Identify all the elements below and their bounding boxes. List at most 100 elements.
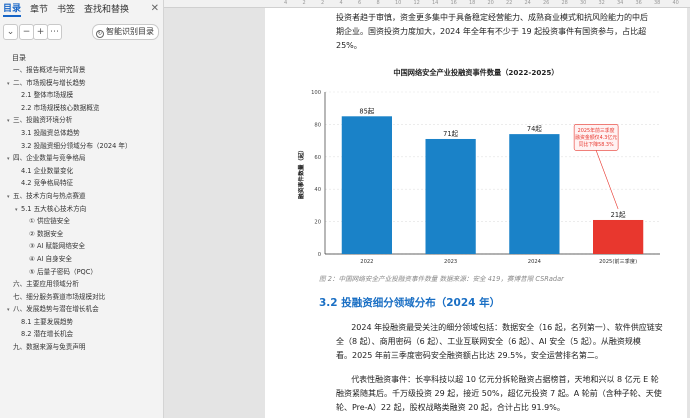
data-label: 71起	[443, 130, 458, 138]
toc-sidebar: 目录 章节 书签 查找和替换 ✕ ⌄ − + ⋯ ↻ 智能识别目录 目录 一、报告…	[0, 0, 164, 418]
toc-item[interactable]: 2.1 整体市场规模	[0, 89, 163, 102]
refresh-icon: ↻	[96, 30, 104, 38]
chart-title: 中国网络安全产业投融资事件数量（2022-2025）	[393, 68, 559, 77]
toc-item[interactable]: ▾ 八、发展趋势与潜在增长机会	[0, 303, 163, 316]
toc-item[interactable]: 8.1 主要发展趋势	[0, 316, 163, 329]
toc-item[interactable]: ▾ 二、市场规模与增长趋势	[0, 77, 163, 90]
toc-item[interactable]: ④ AI 自身安全	[0, 253, 163, 266]
x-tick-label: 2025(前三季度)	[599, 257, 637, 265]
toc-item-label: ④ AI 自身安全	[29, 254, 72, 263]
annotation-arrow	[595, 150, 619, 210]
x-tick-label: 2023	[444, 259, 457, 265]
toc-item-label: 六、主要应用领域分析	[13, 280, 79, 289]
toc-item[interactable]: 七、细分服务赛道市场规模对比	[0, 291, 163, 304]
paragraph-line: 2024 年投融资最受关注的细分领域包括：数据安全（16 起，名列第一）、软件供…	[351, 323, 663, 332]
toc-toolbar: ⌄ − + ⋯ ↻ 智能识别目录	[0, 24, 163, 42]
bar	[593, 219, 644, 254]
toc-item-label: 三、投融资环境分析	[13, 116, 73, 125]
toc-item-label: 一、报告概述与研究背景	[13, 66, 86, 74]
ruler-tick-label: 12	[413, 0, 420, 6]
figure-caption: 图 2：中国网络安全产业投融资事件数量 数据来源：安全 419，赛博昔限 CSR…	[319, 275, 564, 283]
y-tick-label: 0	[318, 252, 321, 258]
toc-item-label: 五、技术方向与热点赛道	[13, 191, 86, 200]
data-label: 74起	[527, 125, 542, 133]
ruler-tick-label: 18	[469, 0, 476, 6]
annotation-text: 融资金额仅4.3亿元	[575, 134, 617, 141]
tab-bookmarks[interactable]: 书签	[57, 2, 75, 15]
toc-item[interactable]: ▾ 三、投融资环境分析	[0, 114, 163, 127]
ruler-tick-label: 8	[376, 0, 380, 6]
body-paragraph-3: 代表性融资事件：长亭科技以超 10 亿元分拆轮融资占据榜首，天地和兴以 8 亿元…	[336, 373, 684, 415]
toc-item[interactable]: ▾ 五、技术方向与热点赛道	[0, 190, 163, 203]
toc-item[interactable]: 六、主要应用领域分析	[0, 278, 163, 291]
smart-recognize-toc-button[interactable]: ↻ 智能识别目录	[92, 24, 159, 40]
smart-recognize-label: 智能识别目录	[106, 27, 154, 36]
paragraph-line: 融资紧随其后。千万级投资 29 起，接近 50%，超亿元投资 7 起。A 轮前（…	[336, 389, 662, 398]
chart-annotation-group: 2025年前三季度融资金额仅4.3亿元同比下降58.3%	[573, 124, 619, 210]
toc-item-label: 4.1 企业数量变化	[21, 166, 74, 175]
y-axis-label: 融资事件数量（起）	[297, 147, 305, 199]
toc-item[interactable]: 九、数据来源与免责声明	[0, 341, 163, 354]
annotation-text: 同比下降58.3%	[579, 141, 614, 148]
toc-item[interactable]: 3.2 投融资细分领域分布（2024 年）	[0, 140, 163, 153]
section-heading-3-2: 3.2 投融资细分领域分布（2024 年）	[319, 297, 501, 309]
x-tick-label: 2022	[360, 259, 373, 265]
ruler-tick-label: 16	[450, 0, 457, 6]
toc-item[interactable]: ① 供应链安全	[0, 215, 163, 228]
toc-item-label: 5.1 五大核心技术方向	[21, 204, 87, 213]
toc-item[interactable]: ▾ 5.1 五大核心技术方向	[0, 203, 163, 216]
bar-chart: 0 20 40 60 80 100 融资事件数量（起） 2022 2023 2024 2025(前三…	[297, 90, 660, 265]
toc-item[interactable]: ▾ 四、企业数量与竞争格局	[0, 152, 163, 165]
toc-item[interactable]: 8.2 潜在增长机会	[0, 328, 163, 341]
paragraph-line: 25%。	[336, 41, 362, 50]
y-tick-label: 60	[314, 155, 321, 161]
toc-item[interactable]: ② 数据安全	[0, 228, 163, 241]
toc-item[interactable]: 一、报告概述与研究背景	[0, 64, 163, 77]
toc-item-label: 3.1 投融资总体趋势	[21, 128, 80, 137]
ruler-tick-label: 24	[524, 0, 531, 6]
ruler-tick-label: 4	[339, 0, 343, 6]
ruler-tick-label: 30	[580, 0, 587, 6]
paragraph-line: 看。2025 年前三季度密码安全融资额占比达 29.5%，安全运营排名第二。	[336, 351, 603, 360]
toc-item-label: 二、市场规模与增长趋势	[13, 78, 86, 87]
toc-item-label: ② 数据安全	[29, 229, 64, 238]
toc-item[interactable]: ③ AI 赋能网络安全	[0, 240, 163, 253]
ruler-tick-label: 34	[617, 0, 624, 6]
ruler-tick-label: 32	[598, 0, 605, 6]
ruler-tick-label: 2	[321, 0, 325, 6]
toc-item[interactable]: 4.1 企业数量变化	[0, 165, 163, 178]
toc-item[interactable]: 3.1 投融资总体趋势	[0, 127, 163, 140]
toc-item-label: 四、企业数量与竞争格局	[13, 154, 86, 163]
toc-list: 一、报告概述与研究背景 ▾ 二、市场规模与增长趋势 2.1 整体市场规模 2.2 市场规…	[0, 64, 163, 354]
tab-find-replace[interactable]: 查找和替换	[84, 2, 129, 15]
paragraph-line: 全（8 起）、商用密码（6 起）、工业互联网安全（6 起）、AI 安全（5 起）…	[336, 337, 641, 346]
plus-icon[interactable]: +	[33, 24, 48, 40]
annotation-text: 2025年前三季度	[578, 127, 615, 134]
y-tick-label: 20	[314, 220, 321, 226]
ruler-tick-label: 40	[672, 0, 679, 6]
toc-item[interactable]: 4.2 竞争格局特征	[0, 177, 163, 190]
data-label: 85起	[359, 107, 374, 115]
close-icon[interactable]: ✕	[151, 3, 159, 14]
sidebar-tabs: 目录 章节 书签 查找和替换	[0, 0, 163, 17]
toc-item-label: 2.2 市场规模核心数据概览	[21, 103, 100, 112]
ruler-tick-label: 20	[487, 0, 494, 6]
bar	[341, 116, 392, 254]
paragraph-line: 代表性融资事件：长亭科技以超 10 亿元分拆轮融资占据榜首，天地和兴以 8 亿元…	[351, 375, 659, 384]
tab-chapters[interactable]: 章节	[30, 2, 48, 15]
minus-icon[interactable]: −	[19, 24, 34, 40]
toc-item-label: ① 供应链安全	[29, 217, 70, 226]
chevron-down-icon[interactable]: ⌄	[3, 24, 18, 40]
toc-heading: 目录	[12, 54, 26, 62]
paragraph-line: 投资者趋于审慎，资金更多集中于具备稳定经营能力、成熟商业模式和抗风险能力的中后	[336, 13, 648, 22]
toc-item[interactable]: 2.2 市场规模核心数据概览	[0, 102, 163, 115]
toc-item[interactable]: ⑤ 后量子密码（PQC）	[0, 266, 163, 279]
tab-toc[interactable]: 目录	[3, 1, 22, 17]
toc-item-label: 七、细分服务赛道市场规模对比	[13, 292, 106, 301]
y-tick-label: 100	[311, 90, 321, 96]
bar	[509, 134, 560, 254]
more-icon[interactable]: ⋯	[47, 24, 62, 40]
ruler-tick-label: 14	[432, 0, 439, 6]
ruler-tick-label: 26	[543, 0, 550, 6]
toc-item-label: 2.1 整体市场规模	[21, 91, 74, 100]
